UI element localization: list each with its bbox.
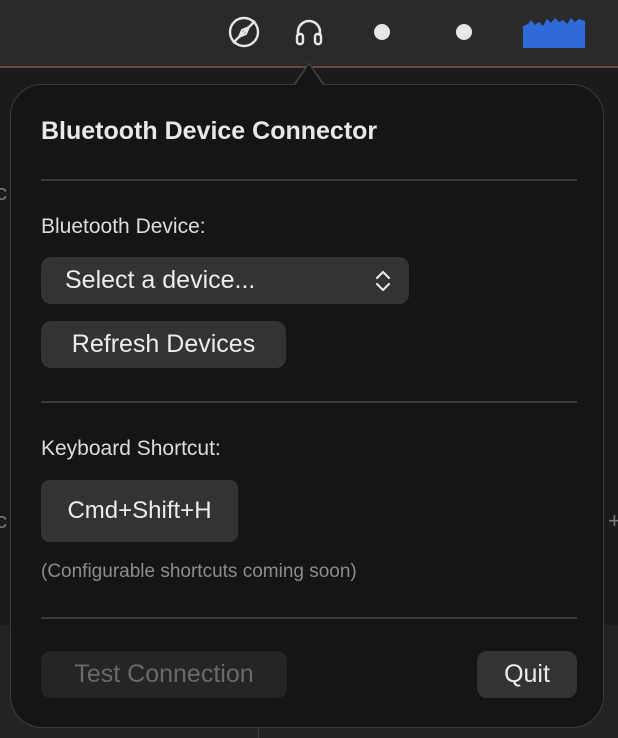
headphones-icon[interactable] — [291, 14, 327, 50]
menu-bar — [0, 0, 618, 66]
keyboard-shortcut-label: Keyboard Shortcut: — [41, 437, 221, 460]
divider — [41, 401, 577, 403]
test-connection-button[interactable]: Test Connection — [41, 651, 287, 698]
popover-title: Bluetooth Device Connector — [41, 117, 378, 145]
compass-slash-icon[interactable] — [226, 14, 262, 50]
background-fragment: c — [0, 180, 7, 205]
device-select-value: Select a device... — [65, 266, 256, 294]
divider — [41, 179, 577, 181]
shortcut-hint: (Configurable shortcuts coming soon) — [41, 561, 357, 582]
divider — [41, 617, 577, 619]
popover-arrow-fill — [294, 65, 324, 87]
refresh-devices-button[interactable]: Refresh Devices — [41, 321, 286, 368]
background-fragment: + — [608, 508, 618, 533]
bluetooth-connector-popover: Bluetooth Device Connector Bluetooth Dev… — [10, 84, 604, 728]
background-fragment: c — [0, 508, 7, 533]
status-dot-icon[interactable] — [446, 14, 482, 50]
status-dot-icon[interactable] — [364, 14, 400, 50]
activity-graph-icon[interactable] — [522, 14, 586, 50]
shortcut-display: Cmd+Shift+H — [41, 480, 238, 542]
device-select[interactable]: Select a device... — [41, 257, 409, 304]
bluetooth-device-label: Bluetooth Device: — [41, 215, 206, 238]
chevron-up-down-icon — [375, 270, 391, 292]
quit-button[interactable]: Quit — [477, 651, 577, 698]
